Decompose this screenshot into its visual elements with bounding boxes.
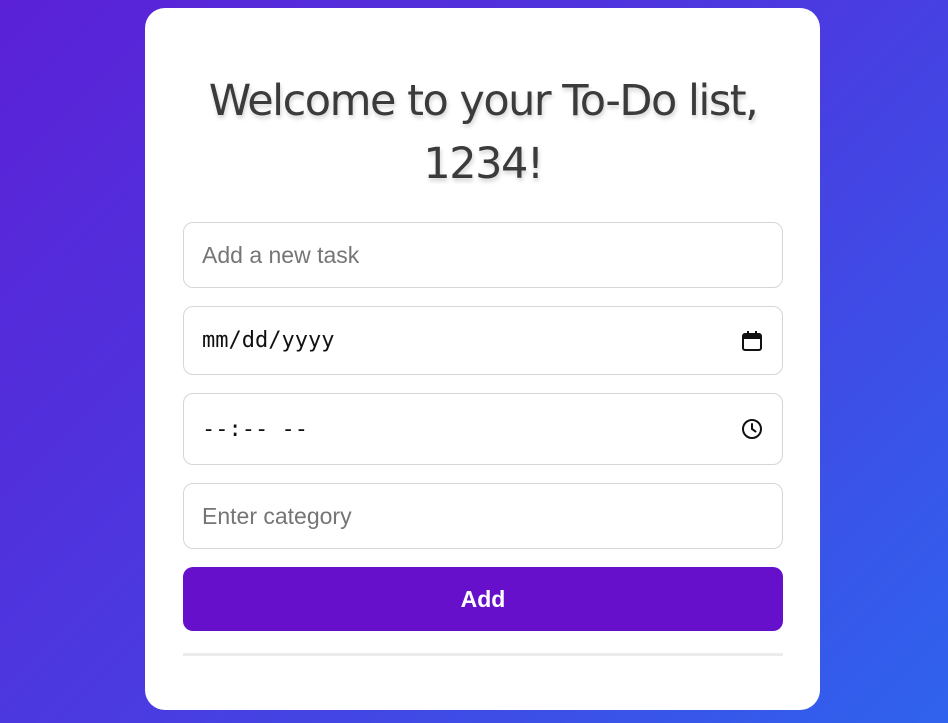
calendar-icon[interactable] bbox=[740, 329, 764, 353]
task-field[interactable] bbox=[183, 222, 783, 288]
category-input[interactable] bbox=[202, 502, 764, 530]
date-field[interactable]: mm/dd/yyyy bbox=[183, 306, 783, 375]
page-title: Welcome to your To-Do list, 1234! bbox=[208, 76, 759, 189]
date-input[interactable]: mm/dd/yyyy bbox=[202, 328, 334, 353]
clock-icon[interactable] bbox=[740, 417, 764, 441]
add-button[interactable]: Add bbox=[183, 567, 783, 631]
category-field[interactable] bbox=[183, 483, 783, 549]
time-field[interactable]: --:-- -- bbox=[183, 393, 783, 465]
divider bbox=[183, 653, 783, 656]
task-input[interactable] bbox=[202, 241, 764, 269]
time-input[interactable]: --:-- -- bbox=[202, 417, 308, 442]
todo-card: Welcome to your To-Do list, 1234! mm/dd/… bbox=[145, 8, 820, 710]
